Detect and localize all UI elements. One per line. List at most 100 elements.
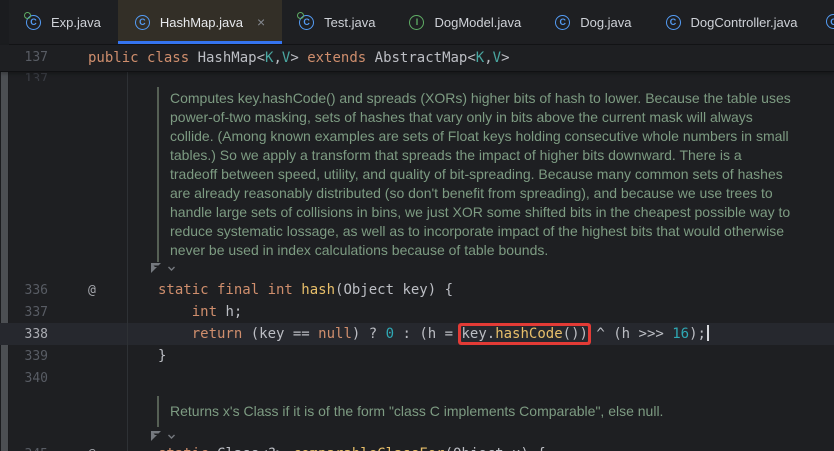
sticky-header-line[interactable]: 137 public class HashMap<K,V> extends Ab…	[0, 45, 834, 72]
line-number[interactable]: 337	[9, 305, 48, 320]
code-token: hashCode	[495, 326, 562, 342]
sticky-line-code: public class HashMap<K,V> extends Abstra…	[88, 45, 510, 71]
tab-label: Dog.java	[580, 15, 631, 30]
file-type-glyph: C	[135, 15, 150, 30]
tab-dogcontroller-java[interactable]: C DogController.java	[649, 0, 815, 44]
code-token: ^ (h >>>	[588, 326, 672, 342]
text-caret	[707, 325, 709, 341]
code-token: ) ?	[352, 326, 386, 342]
tab-label: Exp.java	[51, 15, 101, 30]
code-token: (Object key) {	[335, 282, 453, 298]
file-type-glyph: C	[555, 15, 570, 30]
tab-label: Test.java	[324, 15, 375, 30]
code-token: }	[158, 348, 166, 364]
code-token: : (h =	[394, 326, 461, 342]
code-text[interactable]: return (key == null) ? 0 : (h = key.hash…	[158, 323, 709, 345]
line-number[interactable]: 340	[9, 371, 48, 386]
class-icon: C	[555, 14, 572, 31]
doc-comment-line: handle large sets of collisions in bins,…	[170, 203, 791, 222]
rendered-doc-toggle-icon[interactable]	[149, 261, 163, 275]
rendered-doc-comment-comparable: Returns x's Class if it is of the form "…	[157, 396, 663, 427]
code-token: public class	[88, 50, 198, 66]
tab-dog-java[interactable]: C Dog.java	[538, 0, 648, 44]
tab-dogmodel-java[interactable]: I DogModel.java	[392, 0, 538, 44]
left-scrollbar-thumb[interactable]	[1, 45, 8, 451]
doc-comment-line: never be used in index calculations beca…	[170, 241, 791, 260]
code-token: >	[290, 50, 307, 66]
class-icon: C	[135, 14, 152, 31]
code-token: extends	[307, 50, 374, 66]
code-token: ,	[273, 50, 281, 66]
editor-tab-bar: C Exp.java C HashMap.java × C Test.java I DogMod…	[9, 0, 834, 45]
code-token: key.	[461, 326, 495, 342]
doc-comment-line: are already reasonably distributed (so d…	[170, 184, 791, 203]
tab-exp-java[interactable]: C Exp.java	[9, 0, 118, 44]
code-line-340[interactable]: 340	[0, 367, 834, 389]
doc-comment-line: Returns x's Class if it is of the form "…	[170, 402, 663, 421]
sticky-line-number: 137	[9, 45, 48, 71]
gutter-annotation-icon: @	[48, 447, 118, 451]
interface-icon: I	[409, 14, 426, 31]
line-number[interactable]: 338	[9, 327, 48, 342]
doc-comment-line: collide. (Among known examples are sets …	[170, 127, 791, 146]
rendered-doc-comment-hash: Computes key.hashCode() and spreads (XOR…	[157, 87, 791, 262]
code-line-337[interactable]: 337 int h;	[0, 301, 834, 323]
rendered-doc-toggle-icon[interactable]	[149, 429, 163, 443]
code-token: >	[501, 50, 509, 66]
doc-comment-line: tables.) So we apply a transform that sp…	[170, 146, 791, 165]
scrolled-under-line: 137	[0, 72, 834, 81]
doc-comment-line: tradeoff between speed, utility, and qua…	[170, 165, 791, 184]
class-run-icon: C	[26, 14, 43, 31]
ghost-line-number: 137	[9, 72, 48, 81]
class-run-icon: C	[299, 14, 316, 31]
code-text[interactable]: int h;	[158, 301, 242, 323]
error-highlight-box: key.hashCode())	[461, 326, 587, 342]
line-number[interactable]: 345	[9, 447, 48, 451]
code-line-336[interactable]: 336@ static final int hash(Object key) {	[0, 279, 834, 301]
line-number[interactable]: 339	[9, 349, 48, 364]
code-token: (key ==	[251, 326, 318, 342]
code-token: Class<?>	[217, 446, 293, 451]
code-line-345[interactable]: 345@ static Class<?> comparableClassFor(O…	[0, 443, 834, 451]
run-overlay-icon	[297, 12, 304, 19]
code-token: h;	[225, 304, 242, 320]
doc-comment-line: power-of-two masking, sets of hashes tha…	[170, 108, 791, 127]
run-overlay-icon	[24, 12, 31, 19]
rendered-doc-toggle-row-1[interactable]	[149, 260, 176, 276]
rendered-doc-toggle-row-2[interactable]	[149, 428, 176, 444]
partial-code-line: 345@ static Class<?> comparableClassFor(O…	[0, 443, 834, 451]
code-text[interactable]: static final int hash(Object key) {	[158, 279, 453, 301]
code-token	[158, 326, 192, 342]
class-icon: C	[666, 14, 683, 31]
code-token: (Object x) {	[445, 446, 546, 451]
file-type-glyph: I	[409, 15, 424, 30]
tab-test-java[interactable]: C Test.java	[282, 0, 392, 44]
tab-label: HashMap.java	[160, 15, 243, 30]
code-text[interactable]: static Class<?> comparableClassFor(Objec…	[158, 443, 546, 451]
code-token: comparableClassFor	[293, 446, 445, 451]
code-lines: 336@static final int hash(Object key) {3…	[0, 279, 834, 389]
code-token: return	[192, 326, 251, 342]
tab-label: DogModel.java	[434, 15, 521, 30]
code-token: static final int	[158, 282, 301, 298]
code-text[interactable]: }	[158, 345, 166, 367]
chevron-down-icon[interactable]	[167, 264, 176, 273]
code-token: 0	[386, 326, 394, 342]
line-number[interactable]: 336	[9, 283, 48, 298]
tab-hashmap-java[interactable]: C HashMap.java ×	[118, 0, 282, 44]
code-token: );	[689, 326, 706, 342]
tab-label: DogController.java	[691, 15, 798, 30]
file-type-glyph: C	[666, 15, 681, 30]
chevron-down-icon[interactable]	[167, 432, 176, 441]
code-token: AbstractMap	[375, 50, 468, 66]
doc-comment-line: Computes key.hashCode() and spreads (XOR…	[170, 89, 791, 108]
code-token: HashMap	[198, 50, 257, 66]
code-line-338[interactable]: 338 return (key == null) ? 0 : (h = key.…	[0, 323, 834, 345]
code-token: int	[192, 304, 226, 320]
code-line-339[interactable]: 339}	[0, 345, 834, 367]
close-icon[interactable]: ×	[257, 15, 265, 29]
code-token: hash	[301, 282, 335, 298]
gutter-separator	[127, 45, 128, 451]
code-token: <	[257, 50, 265, 66]
gutter-annotation-icon: @	[48, 283, 118, 298]
